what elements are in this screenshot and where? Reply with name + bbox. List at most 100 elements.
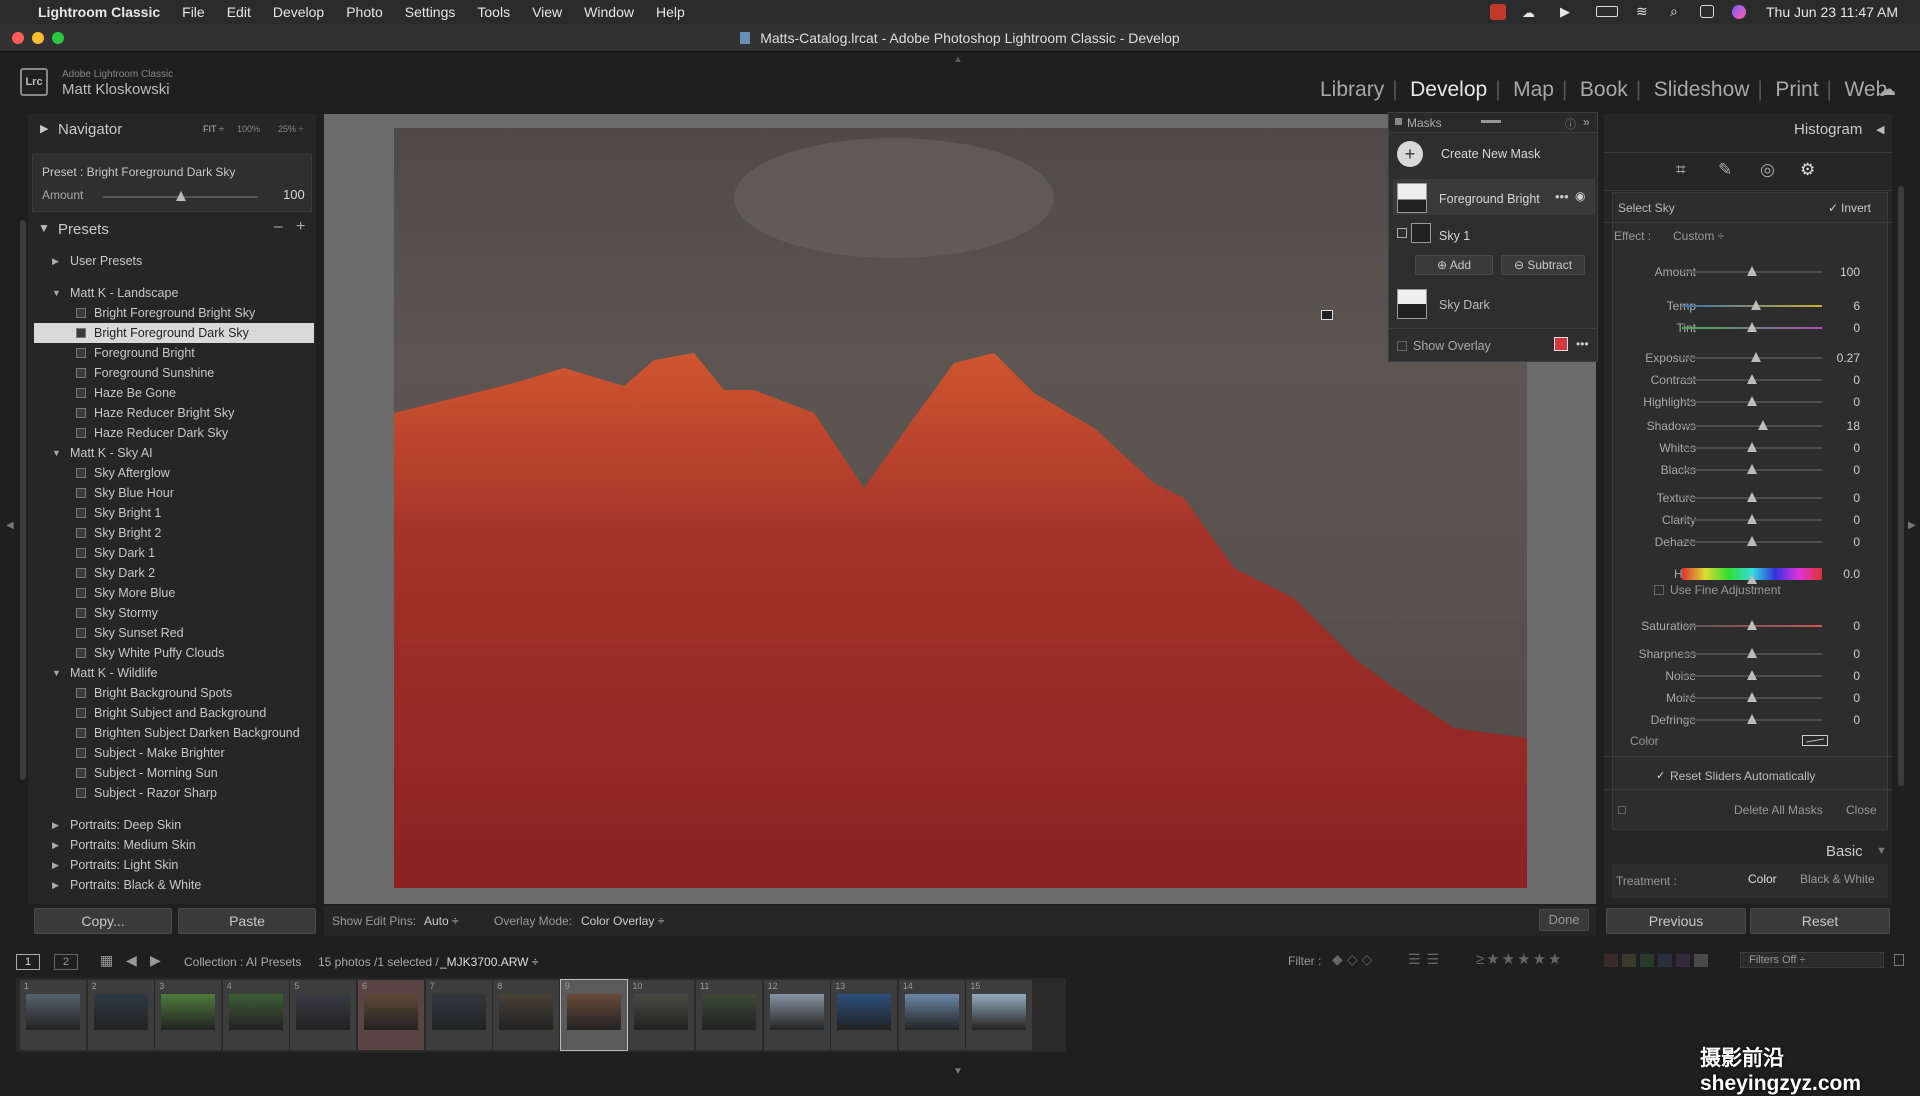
filmstrip-thumb[interactable]: 4	[222, 980, 289, 1050]
slider-track[interactable]	[1682, 420, 1822, 430]
filmstrip-thumb[interactable]: 13	[831, 980, 898, 1050]
navigator-title[interactable]: Navigator	[58, 121, 122, 138]
minimize-window-button[interactable]	[32, 32, 44, 44]
add-preset-button[interactable]: +	[296, 218, 305, 236]
slider-thumb[interactable]	[1747, 670, 1757, 680]
menu-help[interactable]: Help	[656, 4, 685, 20]
filmstrip-thumb[interactable]: 12	[763, 980, 830, 1050]
zoom-fit[interactable]: FIT ÷	[203, 124, 224, 134]
edit-pins-dropdown[interactable]: Auto ÷	[424, 914, 459, 928]
thumb-image[interactable]	[431, 994, 486, 1030]
battery-icon[interactable]	[1596, 6, 1618, 17]
preset-folder[interactable]: ▼ Matt K - Sky AI	[34, 443, 314, 463]
slider-track[interactable]	[1682, 442, 1822, 452]
preset-item[interactable]: Sky More Blue	[34, 583, 314, 603]
mask2-name[interactable]: Sky Dark	[1439, 298, 1490, 312]
slider-track[interactable]	[1682, 300, 1822, 310]
creative-cloud-icon[interactable]: ☁	[1522, 5, 1535, 21]
slider-contrast[interactable]: Contrast 0	[1612, 370, 1872, 390]
invert-label[interactable]: Invert	[1841, 201, 1871, 215]
reset-sliders-label[interactable]: Reset Sliders Automatically	[1670, 769, 1815, 783]
show-overlay-checkbox[interactable]	[1397, 341, 1407, 351]
basic-panel-title[interactable]: Basic	[1826, 843, 1863, 860]
filmstrip-thumb[interactable]: 11	[696, 980, 762, 1050]
left-panel-toggle-icon[interactable]: ◀	[6, 520, 14, 531]
preset-item[interactable]: Subject - Morning Sun	[34, 763, 314, 783]
thumb-image[interactable]	[972, 994, 1027, 1030]
basic-collapse-icon[interactable]: ▼	[1876, 845, 1887, 857]
slider-thumb[interactable]	[1747, 574, 1757, 584]
thumb-image[interactable]	[566, 994, 621, 1030]
preset-item[interactable]: Sky Bright 1	[34, 503, 314, 523]
slider-thumb[interactable]	[1747, 322, 1757, 332]
main-window-button[interactable]: 1	[16, 954, 40, 970]
menu-settings[interactable]: Settings	[405, 4, 456, 20]
red-eye-tool-icon[interactable]: ◎	[1760, 160, 1775, 180]
slider-defringe[interactable]: Defringe 0	[1612, 710, 1872, 730]
control-center-icon[interactable]	[1700, 5, 1714, 18]
slider-value[interactable]: 0	[1853, 669, 1860, 683]
slider-thumb[interactable]	[1758, 420, 1769, 430]
slider-thumb[interactable]	[1747, 620, 1757, 630]
slider-thumb[interactable]	[1747, 374, 1757, 384]
thumb-image[interactable]	[837, 994, 892, 1030]
blue-label-filter[interactable]	[1658, 954, 1672, 967]
rating-filter-stars[interactable]: ≥★★★★★	[1476, 950, 1563, 968]
copy-settings-button[interactable]: Copy...	[34, 908, 172, 934]
back-arrow-icon[interactable]: ◀	[126, 952, 137, 969]
slider-amount[interactable]: Amount 100	[1612, 262, 1872, 282]
masking-tool-icon[interactable]: ⚙	[1800, 160, 1815, 180]
right-panel-toggle-icon[interactable]: ▶	[1908, 520, 1916, 531]
purple-label-filter[interactable]	[1676, 954, 1690, 967]
slider-highlights[interactable]: Highlights 0	[1612, 392, 1872, 412]
siri-icon[interactable]	[1732, 5, 1746, 19]
module-print[interactable]: Print	[1775, 78, 1818, 101]
folder-open-icon[interactable]: ▼	[52, 663, 61, 683]
slider-thumb[interactable]	[1747, 266, 1757, 276]
right-scrollbar[interactable]	[1898, 186, 1904, 786]
histogram-title[interactable]: Histogram	[1794, 121, 1862, 138]
amount-slider-track[interactable]	[103, 191, 258, 201]
slider-value[interactable]: 0	[1853, 373, 1860, 387]
clock-text[interactable]: Thu Jun 23 11:47 AM	[1766, 4, 1898, 20]
presets-title[interactable]: Presets	[58, 221, 109, 238]
preset-folder[interactable]: ▶ Portraits: Light Skin	[34, 855, 314, 875]
slider-blacks[interactable]: Blacks 0	[1612, 460, 1872, 480]
overlay-mode-dropdown[interactable]: Color Overlay ÷	[581, 914, 664, 928]
slider-whites[interactable]: Whites 0	[1612, 438, 1872, 458]
folder-closed-icon[interactable]: ▶	[52, 855, 59, 875]
secondary-window-button[interactable]: 2	[54, 954, 78, 970]
zoom-window-button[interactable]	[52, 32, 64, 44]
collection-source[interactable]: Collection : AI Presets	[184, 955, 301, 969]
zoom-100[interactable]: 100%	[237, 124, 260, 134]
preset-item[interactable]: Subject - Make Brighter	[34, 743, 314, 763]
mask-pin-icon[interactable]	[1321, 310, 1333, 320]
preset-item[interactable]: Foreground Sunshine	[34, 363, 314, 383]
menu-view[interactable]: View	[532, 4, 562, 20]
overlay-color-swatch[interactable]	[1554, 337, 1568, 351]
slider-thumb[interactable]	[1747, 396, 1757, 406]
grid-view-icon[interactable]: ▦	[100, 952, 113, 969]
navigator-expand-icon[interactable]: ▶	[40, 122, 48, 135]
red-label-filter[interactable]	[1604, 954, 1618, 967]
slider-value[interactable]: 100	[1840, 265, 1860, 279]
slider-shadows[interactable]: Shadows 18	[1612, 416, 1872, 436]
slider-dehaze[interactable]: Dehaze 0	[1612, 532, 1872, 552]
slider-track[interactable]	[1682, 620, 1822, 630]
folder-closed-icon[interactable]: ▶	[52, 835, 59, 855]
preset-item[interactable]: Foreground Bright	[34, 343, 314, 363]
menu-file[interactable]: File	[182, 4, 205, 20]
slider-thumb[interactable]	[1747, 492, 1757, 502]
slider-value[interactable]: 0	[1853, 395, 1860, 409]
slider-track[interactable]	[1682, 266, 1822, 276]
subtract-from-mask-button[interactable]: ⊖ Subtract	[1501, 255, 1585, 275]
preset-folder[interactable]: ▶ Portraits: Deep Skin	[34, 815, 314, 835]
slider-hue[interactable]: Hue0.0	[1612, 564, 1872, 584]
preset-item[interactable]: Sky Stormy	[34, 603, 314, 623]
slider-thumb[interactable]	[1747, 442, 1757, 452]
filters-off-dropdown[interactable]: Filters Off ÷	[1740, 952, 1884, 968]
preset-folder[interactable]: ▶ Portraits: Medium Skin	[34, 835, 314, 855]
module-library[interactable]: Library	[1320, 78, 1384, 101]
status-app-icon[interactable]	[1490, 4, 1506, 20]
mask-panel-switch[interactable]	[1618, 806, 1626, 814]
